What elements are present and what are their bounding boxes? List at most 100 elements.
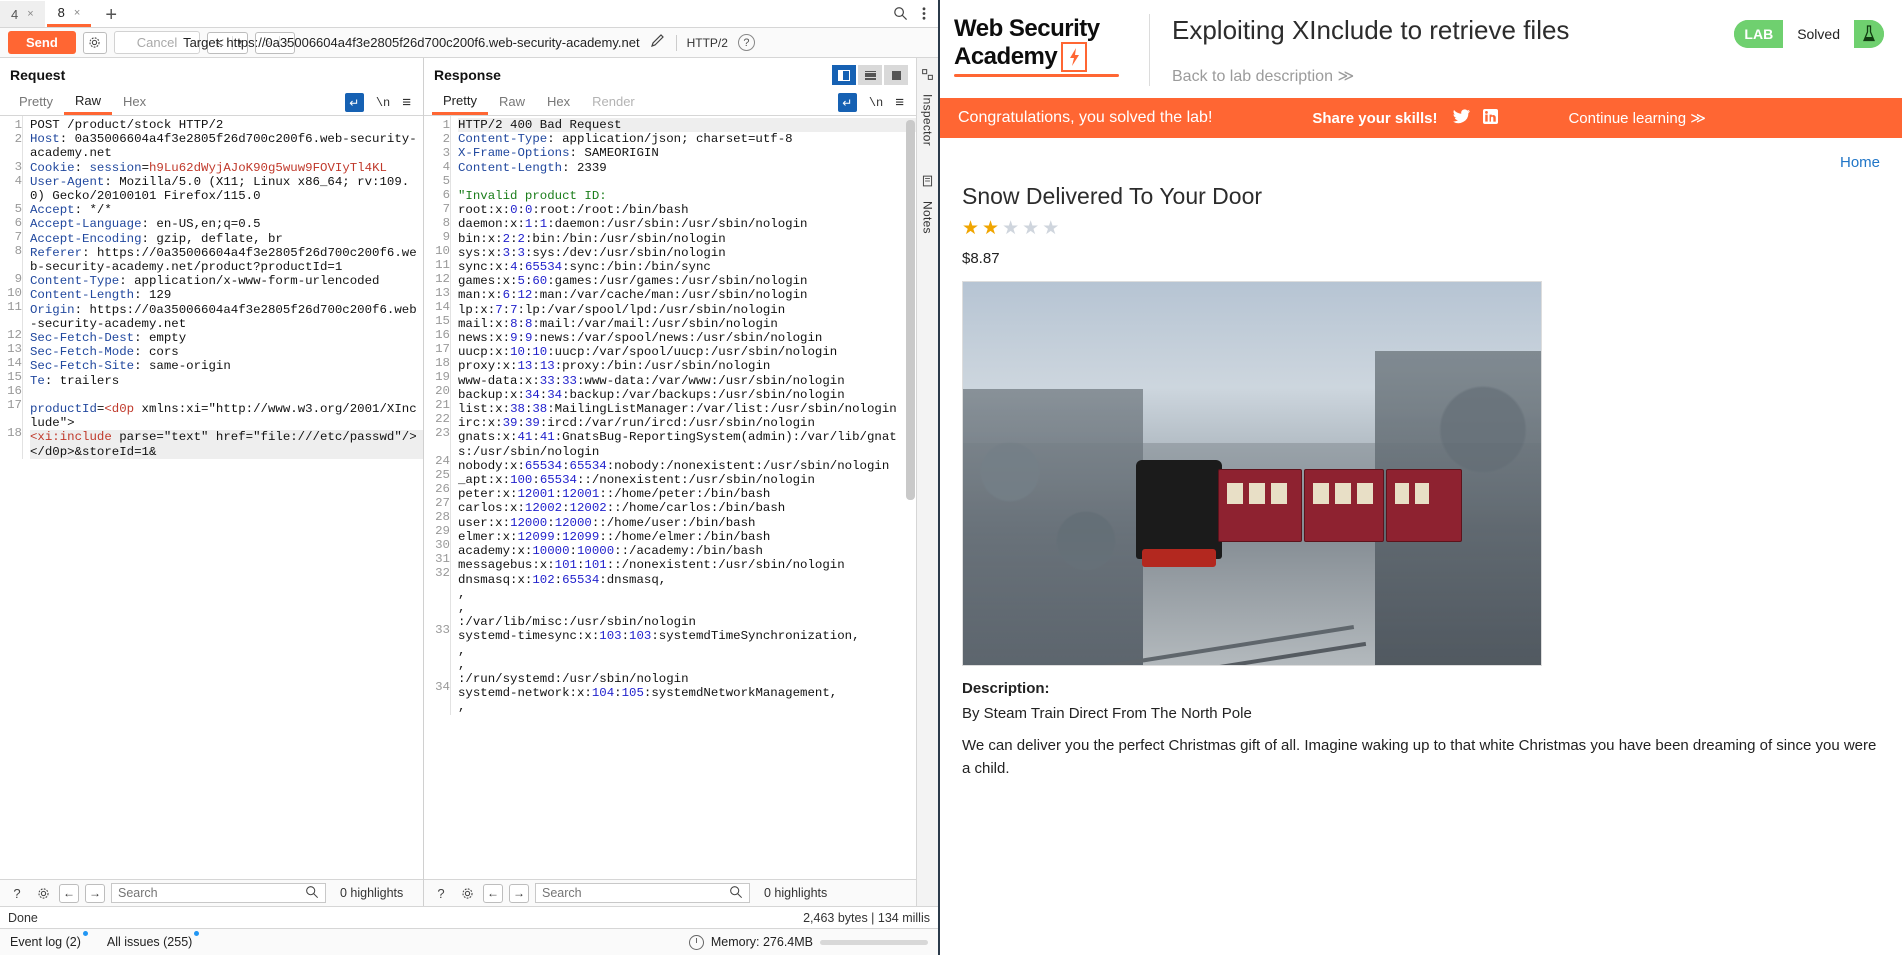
- gear-icon[interactable]: [457, 884, 477, 903]
- inspector-icon[interactable]: [921, 68, 934, 84]
- tab-raw[interactable]: Raw: [488, 92, 536, 113]
- code-line: systemd-network:x:104:105:systemdNetwork…: [458, 686, 838, 715]
- line-number: 8: [442, 216, 450, 230]
- wrap-icon[interactable]: ↵: [837, 93, 857, 112]
- back-to-lab-description-link[interactable]: Back to lab description ≫: [1172, 66, 1714, 86]
- search-icon[interactable]: [893, 6, 908, 24]
- pencil-icon[interactable]: [650, 33, 666, 52]
- code-line: lp:x:7:7:lp:/var/spool/lpd:/usr/sbin/nol…: [458, 302, 786, 317]
- line-number: 4: [14, 174, 22, 188]
- code-line: Origin: https://0a35006604a4f3e2805f26d7…: [30, 302, 417, 331]
- continue-learning-link[interactable]: Continue learning ≫: [1568, 109, 1705, 127]
- line-number: 1: [442, 118, 450, 132]
- code-line: Content-Length: 129: [30, 288, 172, 303]
- lab-header: Web Security Academy Exploiting XInclude…: [940, 0, 1902, 98]
- code-line: sync:x:4:65534:sync:/bin:/bin/sync: [458, 260, 711, 275]
- close-icon[interactable]: ×: [27, 8, 33, 20]
- logo-line-2: Academy: [954, 43, 1058, 70]
- continue-learning-label: Continue learning: [1568, 110, 1687, 127]
- line-number: 30: [435, 538, 450, 552]
- request-search-field[interactable]: [111, 883, 326, 903]
- flask-icon: [1854, 20, 1884, 48]
- line-number: 5: [442, 174, 450, 188]
- search-icon[interactable]: [729, 885, 743, 902]
- code-line: user:x:12000:12000::/home/user:/bin/bash: [458, 515, 756, 530]
- tab-hex[interactable]: Hex: [112, 92, 157, 113]
- search-input[interactable]: [542, 886, 729, 900]
- kebab-menu-icon[interactable]: [922, 6, 926, 24]
- event-log-link[interactable]: Event log (2): [10, 931, 88, 949]
- code-line: daemon:x:1:1:daemon:/usr/sbin:/usr/sbin/…: [458, 217, 808, 232]
- response-search-field[interactable]: [535, 883, 750, 903]
- inspector-label[interactable]: Inspector: [921, 94, 935, 146]
- tab-raw[interactable]: Raw: [63, 91, 112, 115]
- response-code[interactable]: 1 2 3 4 5 6 7 8 9 10 11 12 13 14 15 16 17 18 19 20 21 22 23 24 2…: [424, 116, 916, 715]
- lab-content: Home Snow Delivered To Your Door ★ ★ ★ ★ ★ $…: [940, 138, 1902, 955]
- home-link[interactable]: Home: [962, 154, 1880, 171]
- tab-hex[interactable]: Hex: [536, 92, 581, 113]
- question-icon[interactable]: ?: [431, 884, 451, 903]
- response-body[interactable]: HTTP/2 400 Bad Request Content-Type: appl…: [450, 116, 916, 715]
- code-line: Accept: */*: [30, 203, 112, 218]
- response-scrollbar[interactable]: [906, 118, 915, 877]
- linkedin-icon[interactable]: [1483, 108, 1499, 128]
- repeater-tab-4[interactable]: 4 ×: [0, 1, 45, 27]
- request-editor[interactable]: 1 2 3 4 5 6 7 8 9 10 11 12 13 14 15 16 17 18 POST /produc…: [0, 116, 423, 879]
- clock-icon: [688, 934, 704, 950]
- gear-icon[interactable]: [33, 884, 53, 903]
- menu-icon[interactable]: ≡: [895, 94, 904, 111]
- protocol-label: HTTP/2: [686, 35, 728, 50]
- code-line: Sec-Fetch-Site: same-origin: [30, 359, 231, 374]
- wrap-icon[interactable]: ↵: [344, 93, 364, 112]
- newline-icon[interactable]: \n: [869, 96, 883, 110]
- code-line: POST /product/stock HTTP/2: [30, 118, 224, 132]
- repeater-tab-8[interactable]: 8 ×: [46, 1, 92, 27]
- request-body[interactable]: POST /product/stock HTTP/2 Host: 0a350066…: [22, 116, 423, 459]
- memory-label: Memory: 276.4MB: [710, 935, 813, 949]
- search-back-button[interactable]: ←: [483, 883, 503, 903]
- code-line: www-data:x:33:33:www-data:/var/www:/usr/…: [458, 373, 845, 388]
- response-editor[interactable]: 1 2 3 4 5 6 7 8 9 10 11 12 13 14 15 16 17 18 19 20 21 22 23 24 2…: [424, 116, 916, 879]
- code-line: bin:x:2:2:bin:/bin:/usr/sbin/nologin: [458, 231, 726, 246]
- all-issues-link[interactable]: All issues (255): [107, 931, 200, 949]
- line-number: 23: [435, 426, 450, 440]
- code-line: games:x:5:60:games:/usr/games:/usr/sbin/…: [458, 274, 808, 289]
- line-number: 11: [435, 258, 450, 272]
- notes-label[interactable]: Notes: [921, 201, 935, 234]
- twitter-icon[interactable]: [1453, 108, 1471, 128]
- close-icon[interactable]: ×: [74, 7, 80, 19]
- newline-icon[interactable]: \n: [376, 96, 390, 110]
- product-image: [962, 281, 1542, 666]
- question-icon[interactable]: ?: [7, 884, 27, 903]
- code-line: backup:x:34:34:backup:/var/backups:/usr/…: [458, 387, 845, 402]
- memory-indicator[interactable]: Memory: 276.4MB: [688, 934, 928, 950]
- line-number: 9: [442, 230, 450, 244]
- search-icon[interactable]: [305, 885, 319, 902]
- single-view-icon[interactable]: [884, 65, 908, 85]
- star-filled-icon: ★: [982, 218, 1000, 239]
- request-highlight-count: 0 highlights: [340, 886, 404, 900]
- line-number: 13: [7, 342, 22, 356]
- tab-render[interactable]: Render: [581, 92, 646, 113]
- search-back-button[interactable]: ←: [59, 883, 79, 903]
- tab-pretty[interactable]: Pretty: [432, 91, 488, 115]
- notes-icon[interactable]: [921, 174, 934, 191]
- gear-icon[interactable]: [82, 31, 107, 54]
- menu-icon[interactable]: ≡: [402, 94, 411, 111]
- search-input[interactable]: [118, 886, 305, 900]
- web-security-academy-logo[interactable]: Web Security Academy: [954, 14, 1129, 77]
- request-code[interactable]: 1 2 3 4 5 6 7 8 9 10 11 12 13 14 15 16 17 18 POST /produc…: [0, 116, 423, 459]
- code-line: Referer: https://0a35006604a4f3e2805f26d…: [30, 245, 417, 275]
- question-icon[interactable]: ?: [737, 34, 755, 51]
- send-button[interactable]: Send: [8, 31, 76, 54]
- code-line: Cookie: session=h9Lu62dWyjAJoK90g5wuw9FO…: [30, 160, 387, 175]
- line-number: 17: [435, 342, 450, 356]
- tab-pretty[interactable]: Pretty: [8, 92, 64, 113]
- search-forward-button[interactable]: →: [85, 883, 105, 903]
- split-view-icon[interactable]: [832, 65, 856, 85]
- new-tab-button[interactable]: +: [93, 5, 129, 27]
- list-view-icon[interactable]: [858, 65, 882, 85]
- search-forward-button[interactable]: →: [509, 883, 529, 903]
- line-number: 6: [442, 188, 450, 202]
